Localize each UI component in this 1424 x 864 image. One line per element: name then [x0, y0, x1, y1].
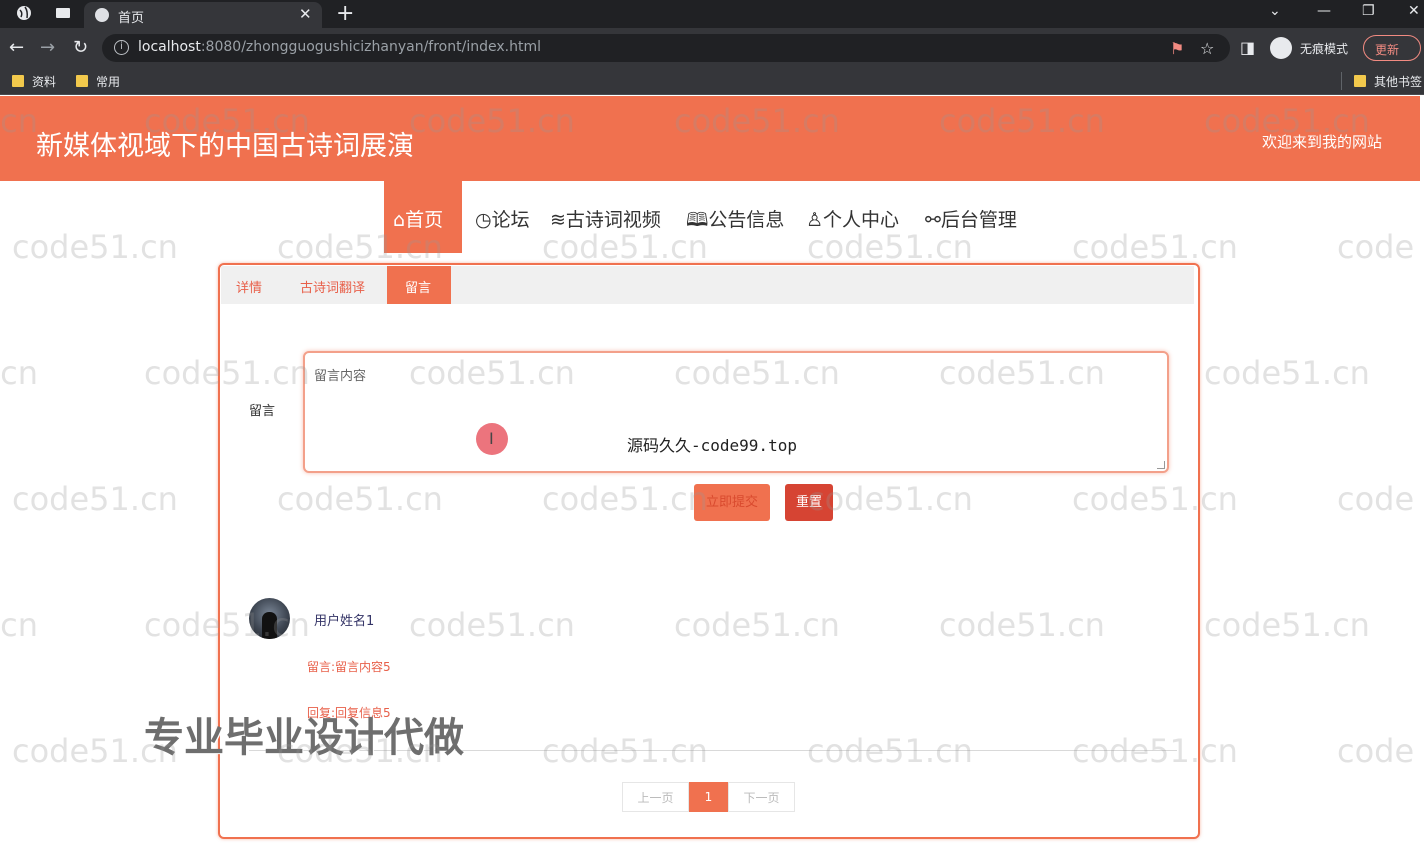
watermark: .cn — [0, 606, 39, 644]
reset-button[interactable]: 重置 — [785, 484, 833, 521]
reload-icon[interactable]: ↻ — [73, 37, 88, 58]
watermark: code — [1337, 732, 1415, 770]
bookmark-folder-ziliao[interactable]: 资料 — [12, 73, 56, 90]
bookmarks-separator — [1341, 72, 1342, 90]
pager-prev-button[interactable]: 上一页 — [622, 782, 689, 812]
message-field-label: 留言 — [249, 404, 276, 419]
watermark: code51.cn — [542, 228, 708, 266]
globe-icon[interactable] — [16, 5, 32, 21]
address-bar[interactable]: i localhost:8080/zhongguogushicizhanyan/… — [102, 34, 1230, 62]
watermark: code51.cn — [807, 228, 973, 266]
tab-search-icon[interactable] — [55, 5, 71, 21]
folder-icon — [1354, 75, 1366, 87]
comment-username: 用户姓名1 — [314, 614, 375, 629]
book-icon: 🕮 — [686, 209, 709, 231]
pager-page-1[interactable]: 1 — [689, 782, 728, 812]
watermark: .cn — [0, 354, 39, 392]
site-info-icon[interactable]: i — [114, 40, 129, 55]
browser-tab-strip: 首页 ✕ + ⌄ — ❐ ✕ — [0, 0, 1424, 28]
detail-tabbar — [221, 266, 1194, 304]
nav-item-forum[interactable]: ◷论坛 — [475, 205, 530, 232]
message-placeholder: 留言内容 — [314, 369, 367, 384]
forward-icon[interactable]: → — [40, 37, 55, 58]
browser-tab-home[interactable]: 首页 ✕ — [84, 2, 322, 28]
browser-toolbar: ← → ↻ i localhost:8080/zhongguogushicizh… — [0, 28, 1424, 68]
incognito-label: 无痕模式 — [1300, 42, 1349, 56]
tab-list-chevron-icon[interactable]: ⌄ — [1269, 3, 1281, 19]
address-url: localhost:8080/zhongguogushicizhanyan/fr… — [138, 39, 541, 55]
person-silhouette — [262, 612, 277, 639]
tab-close-icon[interactable]: ✕ — [299, 5, 312, 23]
watermark: code — [1337, 480, 1415, 518]
layers-icon: ≋ — [550, 209, 566, 231]
bookmark-folder-changyong[interactable]: 常用 — [76, 73, 120, 90]
nav-item-personal-center[interactable]: ♙个人中心 — [806, 205, 899, 232]
watermark: code51.cn — [12, 480, 178, 518]
blocked-popup-icon[interactable]: ⚑ — [1170, 39, 1184, 58]
bookmark-folder-other[interactable]: 其他书签 — [1354, 73, 1422, 90]
tab-messages[interactable]: 留言 — [405, 277, 431, 296]
comment-message: 留言:留言内容5 — [307, 660, 391, 674]
tab-title: 首页 — [118, 11, 145, 26]
watermark: code51.cn — [1072, 228, 1238, 266]
home-icon: ⌂ — [393, 209, 406, 231]
text-cursor-icon: I — [489, 429, 494, 448]
folder-icon — [76, 75, 88, 87]
back-icon[interactable]: ← — [9, 37, 24, 58]
watermark: code51.cn — [1204, 606, 1370, 644]
watermark: code51.cn — [1204, 354, 1370, 392]
sidebar-toggle-icon[interactable]: ◨ — [1240, 38, 1255, 57]
link-icon: ⚯ — [925, 209, 941, 231]
nav-item-poetry-video[interactable]: ≋古诗词视频 — [550, 205, 661, 232]
folder-icon — [12, 75, 24, 87]
bookmarks-bar — [0, 68, 1424, 95]
tab-details[interactable]: 详情 — [236, 277, 262, 296]
tab-favicon-icon — [95, 8, 109, 22]
nav-item-announcements[interactable]: 🕮公告信息 — [686, 205, 784, 238]
clock-icon: ◷ — [475, 209, 492, 231]
user-icon: ♙ — [806, 209, 824, 231]
source-watermark-text: 源码久久-code99.top — [627, 436, 797, 455]
site-title: 新媒体视域下的中国古诗词展演 — [36, 131, 414, 162]
new-tab-icon[interactable]: + — [336, 1, 354, 26]
pager-next-button[interactable]: 下一页 — [728, 782, 795, 812]
incognito-icon — [1270, 37, 1292, 59]
resize-handle[interactable] — [1157, 461, 1165, 469]
restore-icon[interactable]: ❐ — [1362, 3, 1375, 19]
avatar — [249, 598, 290, 639]
mouse-cursor-highlight: I — [476, 423, 508, 455]
watermark: code — [1337, 228, 1415, 266]
close-window-icon[interactable]: ✕ — [1408, 3, 1420, 19]
minimize-icon[interactable]: — — [1317, 3, 1331, 19]
nav-item-admin[interactable]: ⚯后台管理 — [925, 205, 1017, 232]
welcome-text: 欢迎来到我的网站 — [1262, 133, 1383, 151]
promo-overlay-text: 专业毕业设计代做 — [144, 715, 464, 761]
watermark: code51.cn — [12, 228, 178, 266]
nav-item-home[interactable]: ⌂首页 — [393, 205, 443, 232]
submit-button[interactable]: 立即提交 — [694, 484, 770, 521]
bookmark-star-icon[interactable]: ☆ — [1200, 39, 1214, 58]
tab-translation[interactable]: 古诗词翻译 — [300, 277, 365, 296]
update-button[interactable]: 更新 — [1363, 35, 1421, 61]
